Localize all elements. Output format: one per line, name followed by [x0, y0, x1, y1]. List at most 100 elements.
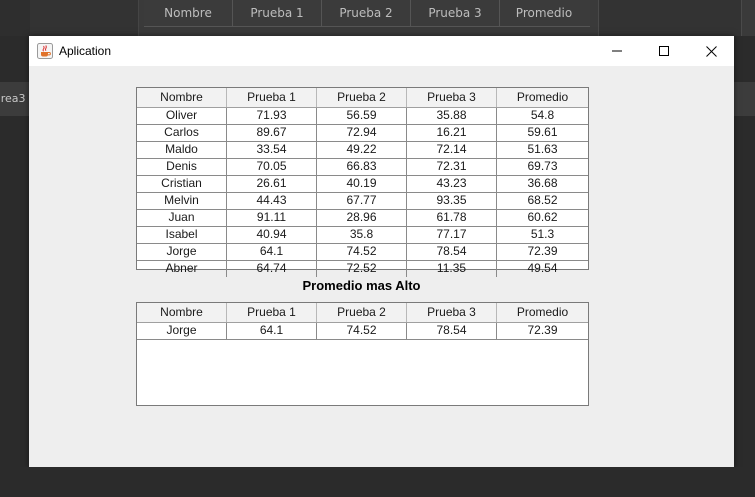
table-cell[interactable]: 49.54 — [497, 261, 588, 277]
table-cell[interactable]: 35.8 — [317, 227, 407, 243]
table-cell[interactable]: 74.52 — [317, 244, 407, 260]
table-row[interactable]: Denis 70.05 66.83 72.31 69.73 — [137, 159, 588, 176]
table-cell[interactable]: 78.54 — [407, 244, 497, 260]
background-header-cell: Prueba 3 — [411, 0, 500, 26]
application-window: Aplication Nombre Prueba 1 Prueba 2 Prue… — [29, 36, 734, 467]
background-panel-left — [30, 0, 139, 36]
table-row[interactable]: Maldo 33.54 49.22 72.14 51.63 — [137, 142, 588, 159]
column-header-prueba-2[interactable]: Prueba 2 — [317, 88, 407, 107]
table-row[interactable]: Jorge 64.1 74.52 78.54 72.39 — [137, 323, 588, 340]
table-row[interactable]: Jorge 64.1 74.52 78.54 72.39 — [137, 244, 588, 261]
column-header-nombre[interactable]: Nombre — [137, 88, 227, 107]
table-cell[interactable]: 35.88 — [407, 108, 497, 124]
close-icon — [705, 45, 717, 57]
table-cell[interactable]: 61.78 — [407, 210, 497, 226]
column-header-prueba-3[interactable]: Prueba 3 — [407, 303, 497, 322]
table-cell[interactable]: 71.93 — [227, 108, 317, 124]
table-cell[interactable]: 36.68 — [497, 176, 588, 192]
table-cell[interactable]: 26.61 — [227, 176, 317, 192]
column-header-prueba-3[interactable]: Prueba 3 — [407, 88, 497, 107]
table-cell[interactable]: Jorge — [137, 323, 227, 339]
table-cell[interactable]: 40.19 — [317, 176, 407, 192]
table-cell[interactable]: 16.21 — [407, 125, 497, 141]
table-cell[interactable]: 64.1 — [227, 244, 317, 260]
table-cell[interactable]: Denis — [137, 159, 227, 175]
table-row[interactable]: Isabel 40.94 35.8 77.17 51.3 — [137, 227, 588, 244]
column-header-prueba-1[interactable]: Prueba 1 — [227, 303, 317, 322]
table-cell[interactable]: 60.62 — [497, 210, 588, 226]
background-tab[interactable]: area3 — [0, 82, 30, 116]
table-cell[interactable]: Isabel — [137, 227, 227, 243]
table-cell[interactable]: 56.59 — [317, 108, 407, 124]
background-header-cell: Prueba 2 — [322, 0, 411, 26]
table-cell[interactable]: 72.94 — [317, 125, 407, 141]
students-table-header: Nombre Prueba 1 Prueba 2 Prueba 3 Promed… — [137, 88, 588, 108]
table-cell[interactable]: 69.73 — [497, 159, 588, 175]
maximize-button[interactable] — [641, 36, 687, 66]
table-cell[interactable]: 72.39 — [497, 323, 588, 339]
table-cell[interactable]: Oliver — [137, 108, 227, 124]
column-header-promedio[interactable]: Promedio — [497, 88, 588, 107]
table-cell[interactable]: 89.67 — [227, 125, 317, 141]
table-cell[interactable]: 72.14 — [407, 142, 497, 158]
title-bar[interactable]: Aplication — [29, 36, 734, 66]
table-cell[interactable]: 74.52 — [317, 323, 407, 339]
background-bottom-area — [0, 467, 755, 497]
table-cell[interactable]: Abner — [137, 261, 227, 277]
highest-table-header: Nombre Prueba 1 Prueba 2 Prueba 3 Promed… — [137, 303, 588, 323]
table-cell[interactable]: 72.52 — [317, 261, 407, 277]
table-row[interactable]: Abner 64.74 72.52 11.35 49.54 — [137, 261, 588, 277]
table-cell[interactable]: Melvin — [137, 193, 227, 209]
table-cell[interactable]: Juan — [137, 210, 227, 226]
table-cell[interactable]: 33.54 — [227, 142, 317, 158]
table-cell[interactable]: 40.94 — [227, 227, 317, 243]
students-table[interactable]: Nombre Prueba 1 Prueba 2 Prueba 3 Promed… — [136, 87, 589, 277]
table-cell[interactable]: 68.52 — [497, 193, 588, 209]
table-cell[interactable]: 49.22 — [317, 142, 407, 158]
table-row[interactable]: Juan 91.11 28.96 61.78 60.62 — [137, 210, 588, 227]
table-row[interactable]: Melvin 44.43 67.77 93.35 68.52 — [137, 193, 588, 210]
background-header-cell: Nombre — [144, 0, 233, 26]
table-row[interactable]: Oliver 71.93 56.59 35.88 54.8 — [137, 108, 588, 125]
table-cell[interactable]: 66.83 — [317, 159, 407, 175]
table-cell[interactable]: 11.35 — [407, 261, 497, 277]
highest-average-table[interactable]: Nombre Prueba 1 Prueba 2 Prueba 3 Promed… — [136, 302, 589, 406]
table-cell[interactable]: 28.96 — [317, 210, 407, 226]
table-cell[interactable]: Maldo — [137, 142, 227, 158]
table-cell[interactable]: 67.77 — [317, 193, 407, 209]
table-row[interactable]: Cristian 26.61 40.19 43.23 36.68 — [137, 176, 588, 193]
background-tab-label: area3 — [0, 92, 26, 105]
background-gutter-right — [734, 82, 755, 116]
table-cell[interactable]: 91.11 — [227, 210, 317, 226]
table-cell[interactable]: 77.17 — [407, 227, 497, 243]
table-cell[interactable]: 64.74 — [227, 261, 317, 277]
table-cell[interactable]: 70.05 — [227, 159, 317, 175]
background-panel-right — [598, 0, 742, 36]
table-cell[interactable]: 51.63 — [497, 142, 588, 158]
table-cell[interactable]: 59.61 — [497, 125, 588, 141]
background-table-header: Nombre Prueba 1 Prueba 2 Prueba 3 Promed… — [144, 0, 590, 27]
java-cup-icon — [37, 43, 53, 59]
table-cell[interactable]: 93.35 — [407, 193, 497, 209]
highest-average-title: Promedio mas Alto — [302, 278, 421, 293]
table-cell[interactable]: 43.23 — [407, 176, 497, 192]
table-cell[interactable]: Carlos — [137, 125, 227, 141]
table-cell[interactable]: Cristian — [137, 176, 227, 192]
table-cell[interactable]: 51.3 — [497, 227, 588, 243]
column-header-prueba-1[interactable]: Prueba 1 — [227, 88, 317, 107]
table-cell[interactable]: 72.39 — [497, 244, 588, 260]
column-header-prueba-2[interactable]: Prueba 2 — [317, 303, 407, 322]
close-button[interactable] — [688, 36, 734, 66]
table-cell[interactable]: 72.31 — [407, 159, 497, 175]
table-cell[interactable]: 54.8 — [497, 108, 588, 124]
table-cell[interactable]: 78.54 — [407, 323, 497, 339]
column-header-promedio[interactable]: Promedio — [497, 303, 588, 322]
table-cell[interactable]: 44.43 — [227, 193, 317, 209]
table-row[interactable]: Carlos 89.67 72.94 16.21 59.61 — [137, 125, 588, 142]
table-cell[interactable]: 64.1 — [227, 323, 317, 339]
background-header-cell: Prueba 1 — [233, 0, 322, 26]
background-header-cell: Promedio — [515, 6, 573, 20]
table-cell[interactable]: Jorge — [137, 244, 227, 260]
minimize-button[interactable] — [594, 36, 640, 66]
column-header-nombre[interactable]: Nombre — [137, 303, 227, 322]
